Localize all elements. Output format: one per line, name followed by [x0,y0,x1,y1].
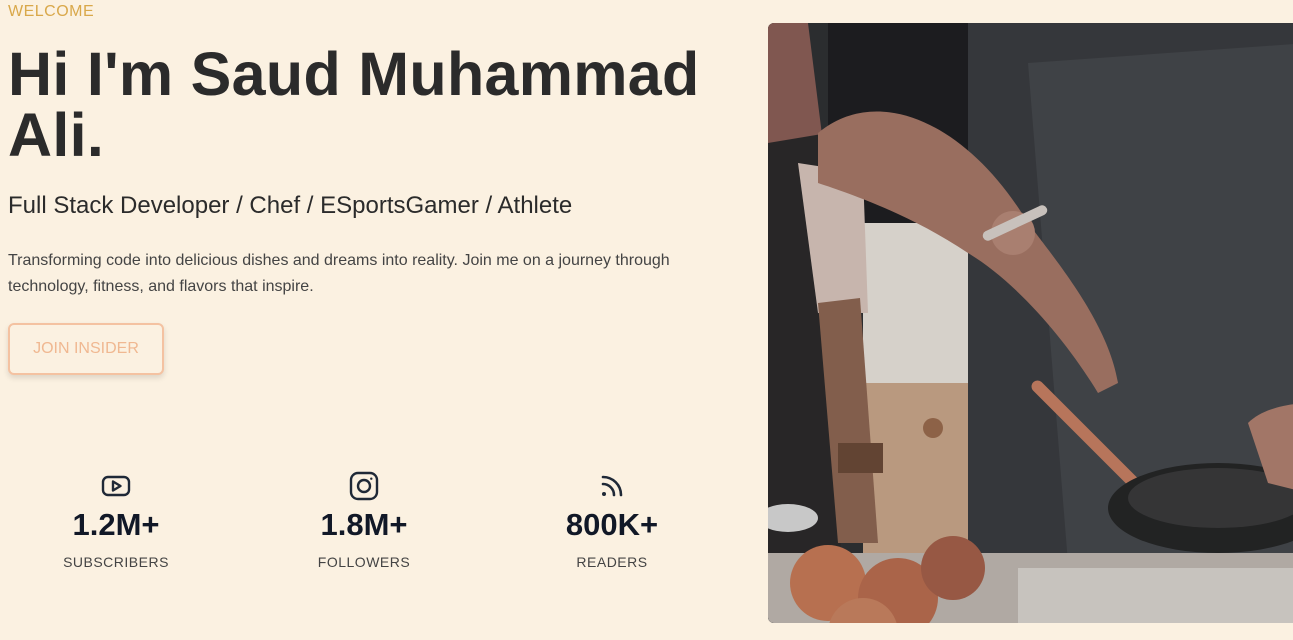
join-insider-button[interactable]: JOIN INSIDER [8,323,164,375]
stat-followers: 1.8M+ FOLLOWERS [264,470,464,570]
hero-section: WELCOME Hi I'm Saud Muhammad Ali. Full S… [0,0,1293,640]
stat-value: 1.8M+ [320,507,408,542]
stat-label: FOLLOWERS [317,554,411,570]
instagram-icon[interactable] [348,470,380,502]
youtube-icon[interactable] [100,470,132,502]
stat-value: 1.2M+ [72,507,160,542]
hero-subtitle: Full Stack Developer / Chef / ESportsGam… [8,192,573,219]
stat-label: SUBSCRIBERS [63,554,169,570]
hero-photo-cooking [768,23,1293,623]
stat-subscribers: 1.2M+ SUBSCRIBERS [16,470,216,570]
welcome-eyebrow: WELCOME [8,3,95,20]
hero-title: Hi I'm Saud Muhammad Ali. [8,40,700,169]
hero-description: Transforming code into delicious dishes … [8,252,670,295]
stat-label: READERS [576,554,648,570]
stats-row: 1.2M+ SUBSCRIBERS 1.8M+ FOLLOWERS 800K+ … [0,470,748,580]
rss-icon[interactable] [596,470,628,502]
stat-readers: 800K+ READERS [512,470,712,570]
stat-value: 800K+ [565,507,659,542]
